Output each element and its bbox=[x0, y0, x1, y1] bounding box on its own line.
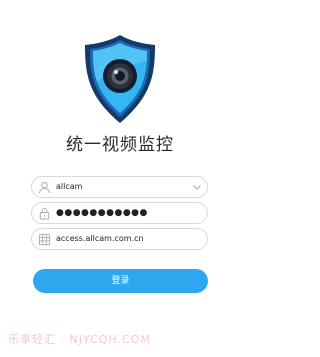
password-value: ●●●●●●●●●●● bbox=[56, 208, 148, 218]
server-icon bbox=[38, 233, 51, 246]
chevron-down-icon[interactable] bbox=[191, 181, 203, 193]
user-icon bbox=[38, 181, 51, 194]
watermark: 乐享轻汇 · NJYCQH.COM bbox=[8, 333, 151, 346]
app-title: 统一视频监控 bbox=[66, 135, 174, 155]
lock-icon bbox=[39, 207, 50, 220]
login-button[interactable]: 登录 bbox=[33, 269, 208, 293]
password-field[interactable]: ●●●●●●●●●●● bbox=[31, 202, 208, 224]
server-address-field[interactable]: access.allcam.com.cn bbox=[31, 228, 208, 250]
username-field[interactable]: allcam bbox=[31, 176, 208, 198]
server-address-value: access.allcam.com.cn bbox=[56, 234, 144, 243]
shield-camera-logo-icon bbox=[85, 35, 155, 123]
username-value: allcam bbox=[56, 182, 83, 191]
